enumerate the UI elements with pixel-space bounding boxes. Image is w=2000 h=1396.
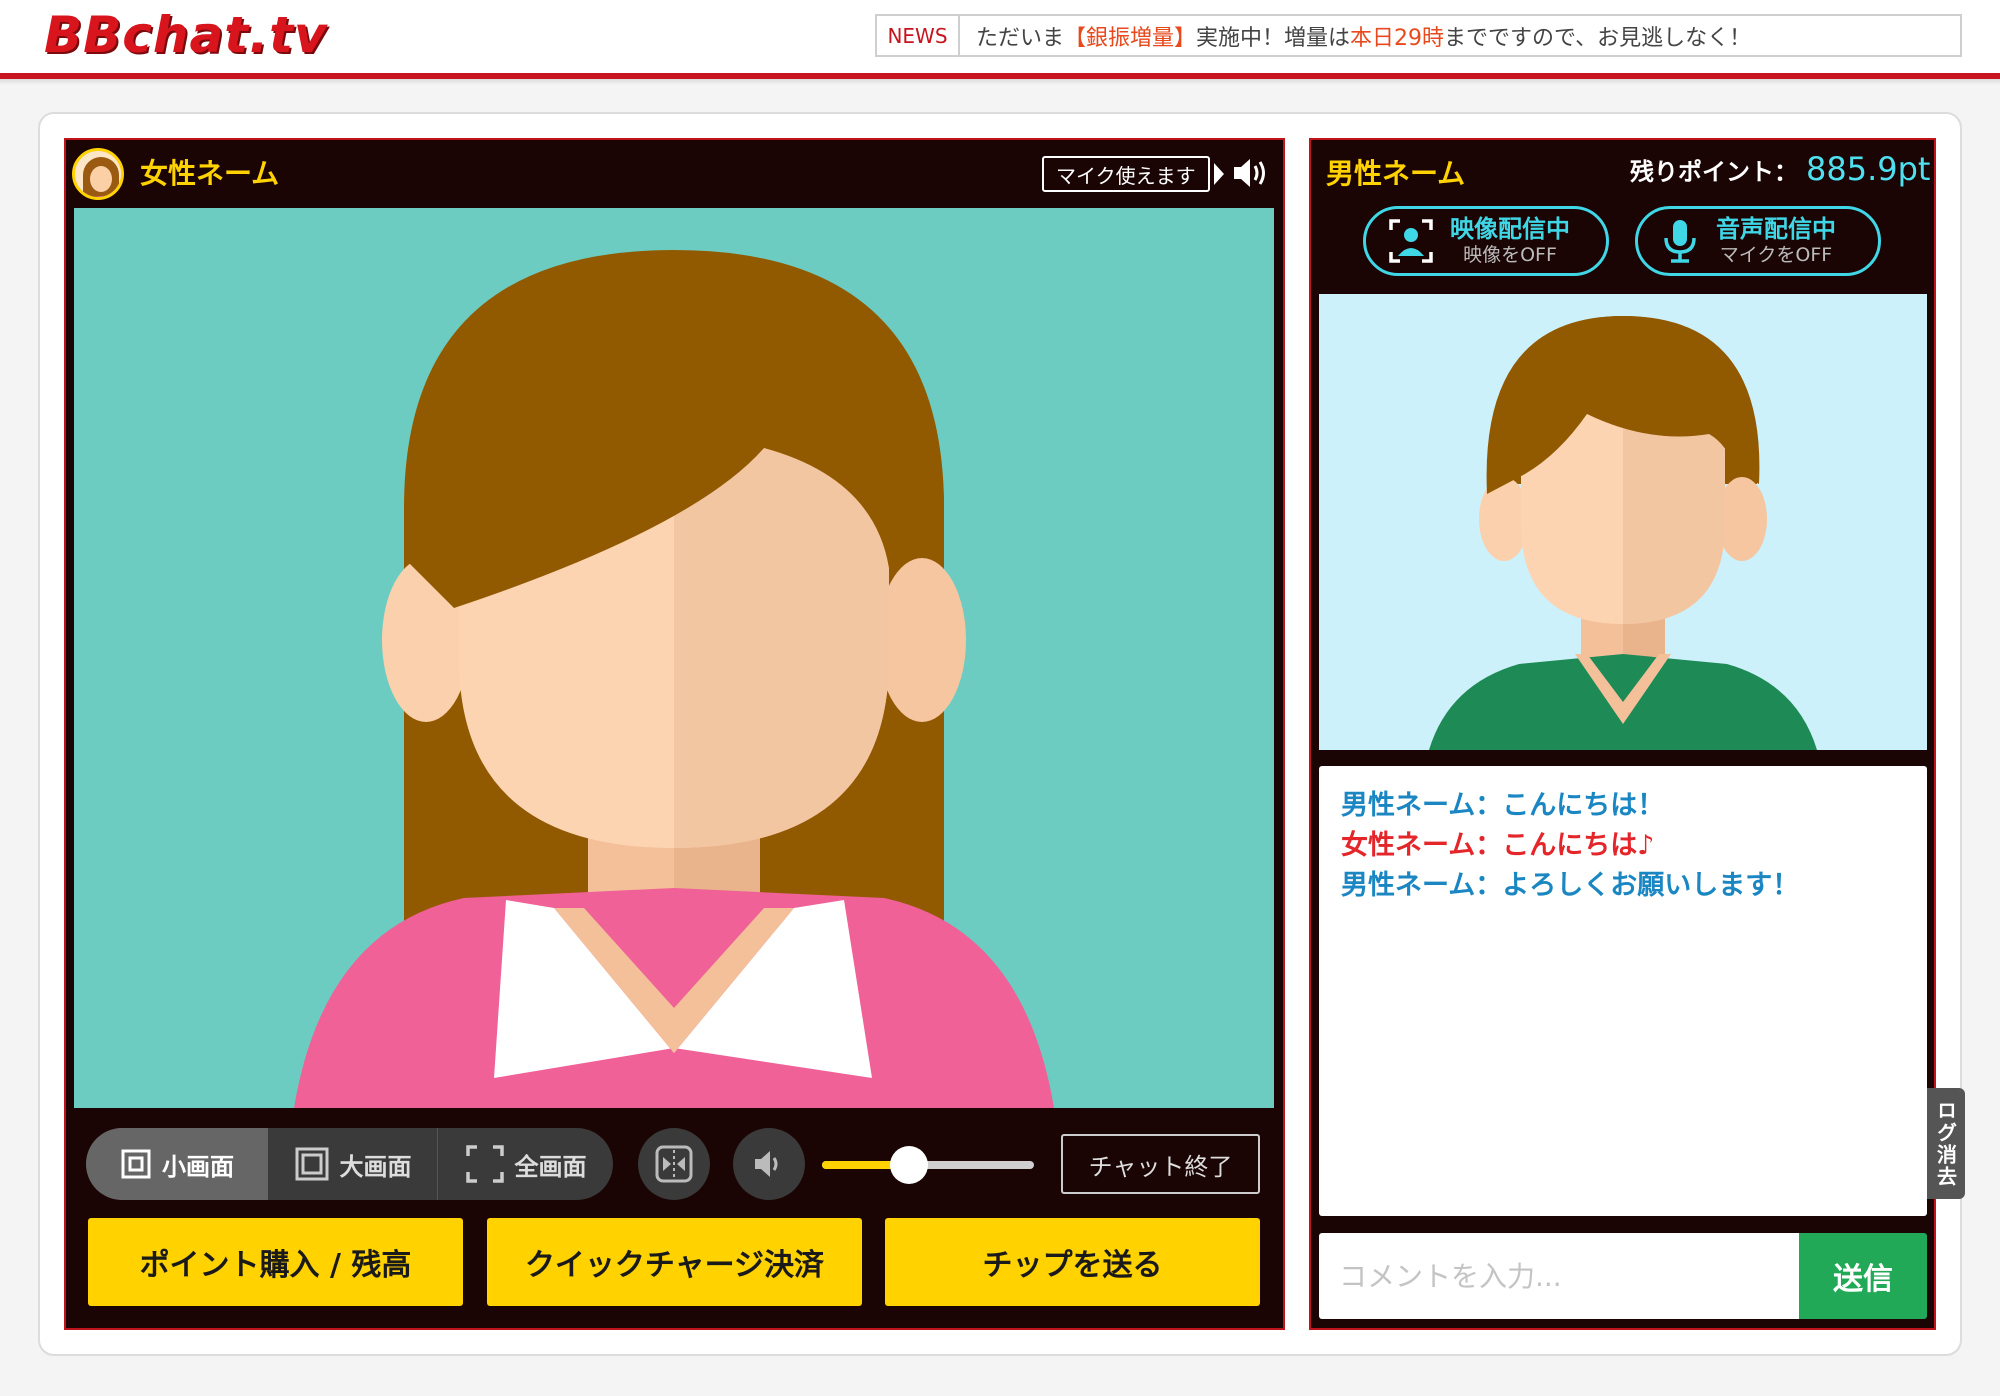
news-highlight: 本日29時 [1350,25,1445,51]
full-screen-label: 全画面 [514,1152,587,1181]
comment-input[interactable] [1319,1233,1799,1319]
points-value: 885.9pt [1806,150,1931,188]
small-screen-button[interactable]: 小画面 [86,1128,268,1200]
news-text-part: までですので、お見逃しなく！ [1444,25,1752,51]
chat-message: 女性ネーム：こんにちは♪ [1341,830,1655,861]
performer-placeholder-illustration [74,208,1274,1108]
audio-toggle-button[interactable]: 音声配信中 マイクをOFF [1635,206,1881,276]
end-chat-button[interactable]: チャット終了 [1061,1134,1260,1194]
video-toggle-button[interactable]: 映像配信中 映像をOFF [1363,206,1609,276]
top-bar: BBchat.tv NEWS ただいま【銀振増量】実施中！増量は本日29時までで… [0,0,2000,73]
site-logo[interactable]: BBchat.tv [44,6,328,64]
chat-message: 男性ネーム：よろしくお願いします！ [1341,870,1800,901]
performer-name: 女性ネーム [140,157,280,190]
badge-pointer [1214,163,1224,185]
performer-avatar [72,148,124,200]
news-highlight: 【銀振増量】 [1064,25,1197,51]
viewer-placeholder-illustration [1319,294,1927,750]
mirror-video-button[interactable] [638,1128,710,1200]
mic-available-badge: マイク使えます [1042,156,1210,192]
news-text: ただいま【銀振増量】実施中！増量は本日29時までですので、お見逃しなく！ [960,20,1751,52]
volume-slider-thumb[interactable] [889,1146,928,1184]
large-screen-icon [295,1147,328,1181]
header-shadow [0,79,2000,85]
news-text-part: 実施中！増量は [1196,25,1351,51]
chat-log[interactable]: 男性ネーム：こんにちは！ 女性ネーム：こんにちは♪ 男性ネーム：よろしくお願いし… [1319,766,1927,1216]
volume-icon [755,1151,778,1177]
video-off-label: 映像をOFF [1463,244,1557,266]
large-screen-button[interactable]: 大画面 [268,1128,438,1200]
audio-status-label: 音声配信中 [1716,215,1836,244]
screen-size-toggle: 小画面 大画面 全画面 [86,1128,613,1200]
news-text-part: ただいま [976,25,1065,51]
video-status-label: 映像配信中 [1450,215,1570,244]
speaker-icon[interactable] [1230,153,1270,193]
viewer-name: 男性ネーム [1326,157,1466,190]
news-ticker: NEWS ただいま【銀振増量】実施中！増量は本日29時までですので、お見逃しなく… [875,14,1962,57]
full-screen-button[interactable]: 全画面 [438,1128,613,1200]
chat-message: 男性ネーム：こんにちは！ [1341,790,1665,821]
performer-video[interactable] [74,208,1274,1108]
mirror-icon [655,1145,693,1183]
buy-points-button[interactable]: ポイント購入 / 残高 [88,1218,463,1306]
viewer-video-preview [1319,294,1927,750]
microphone-icon [1664,220,1696,263]
clear-log-button[interactable]: ログ消去 [1927,1088,1965,1199]
mute-button[interactable] [733,1128,805,1200]
send-button[interactable]: 送信 [1799,1233,1927,1319]
small-screen-icon [121,1149,151,1179]
remaining-points: 残りポイント： 885.9pt [1630,150,1930,188]
fullscreen-icon [465,1145,504,1183]
large-screen-label: 大画面 [339,1152,412,1181]
small-screen-label: 小画面 [162,1152,234,1181]
points-label: 残りポイント： [1630,158,1798,186]
send-tip-button[interactable]: チップを送る [885,1218,1260,1306]
mic-off-label: マイクをOFF [1719,244,1833,266]
news-label: NEWS [877,16,960,55]
camera-user-icon [1389,219,1433,263]
quick-charge-button[interactable]: クイックチャージ決済 [487,1218,862,1306]
